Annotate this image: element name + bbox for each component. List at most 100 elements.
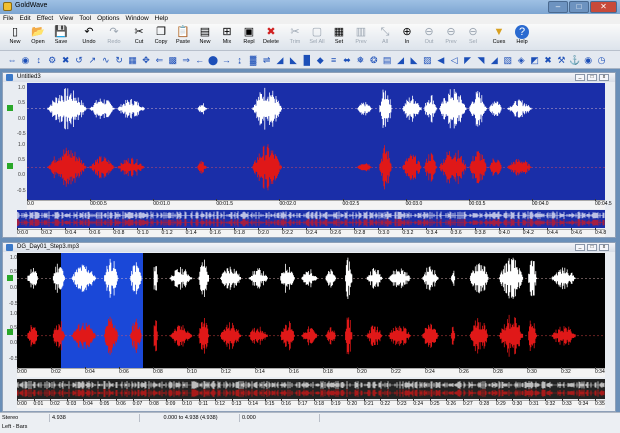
next-icon[interactable]: → xyxy=(220,54,232,66)
paste-icon: 📋 xyxy=(176,26,190,38)
doc-minimize-button[interactable]: _ xyxy=(575,244,585,251)
doc-maximize-button[interactable]: □ xyxy=(587,244,597,251)
waveform-display[interactable] xyxy=(27,83,605,200)
menu-edit[interactable]: Edit xyxy=(16,14,33,23)
menu-tool[interactable]: Tool xyxy=(76,14,94,23)
channel-icon[interactable]: ◩ xyxy=(529,54,541,66)
overview-display[interactable] xyxy=(17,379,605,399)
right-channel-toggle[interactable] xyxy=(7,163,13,169)
delete-button[interactable]: ✖ Delete xyxy=(260,25,282,50)
copy-button[interactable]: ❐ Copy xyxy=(150,25,172,50)
ruler-tick-label: 00:03.5 xyxy=(468,199,486,207)
waveform-display[interactable] xyxy=(17,253,605,368)
doc-minimize-button[interactable]: _ xyxy=(575,74,585,81)
quantize-icon[interactable]: ▧ xyxy=(502,54,514,66)
doppler-icon[interactable]: ↺ xyxy=(73,54,85,66)
menu-window[interactable]: Window xyxy=(123,14,152,23)
doc-close-button[interactable]: x xyxy=(599,74,609,81)
stereo-icon[interactable]: ◈ xyxy=(515,54,527,66)
filter-icon[interactable]: ▩ xyxy=(167,54,179,66)
new-button[interactable]: ▯ New xyxy=(4,25,26,50)
equalizer-icon[interactable]: ▓ xyxy=(247,54,259,66)
lowpass-icon[interactable]: ◢ xyxy=(274,54,286,66)
clip-icon[interactable]: ⚓ xyxy=(569,54,581,66)
match-icon[interactable]: ▨ xyxy=(421,54,433,66)
save-button[interactable]: 💾 Save xyxy=(50,25,72,50)
prev-button[interactable]: ⊖ Prev xyxy=(440,25,462,50)
all-button[interactable]: ⤡ All xyxy=(374,25,396,50)
flanger-icon[interactable]: ❂ xyxy=(368,54,380,66)
tone-icon[interactable]: ≡ xyxy=(328,54,340,66)
doc-maximize-button[interactable]: □ xyxy=(587,74,597,81)
out-button[interactable]: ⊖ Out xyxy=(418,25,440,50)
invert-icon[interactable]: ↨ xyxy=(234,54,246,66)
document-title: DG_Day01_Step3.mp3 xyxy=(17,244,80,250)
scale-label: 0.5 xyxy=(10,325,17,332)
menu-view[interactable]: View xyxy=(56,14,76,23)
prev-button[interactable]: ▥ Prev xyxy=(350,25,372,50)
menu-help[interactable]: Help xyxy=(152,14,171,23)
spectrum-icon[interactable]: █ xyxy=(301,54,313,66)
vol-shape-icon[interactable]: ◤ xyxy=(462,54,474,66)
cues-button[interactable]: ▼ Cues xyxy=(488,25,510,50)
resample-icon[interactable]: ▦ xyxy=(127,54,139,66)
speaker-icon[interactable]: ◀ xyxy=(435,54,447,66)
expand-icon[interactable]: ↕ xyxy=(33,54,45,66)
mechanize-icon[interactable]: ⚙ xyxy=(46,54,58,66)
offset-icon[interactable]: ⬌ xyxy=(341,54,353,66)
compressor-icon[interactable]: ✖ xyxy=(60,54,72,66)
help-button[interactable]: ? Help xyxy=(511,25,533,50)
balance-icon[interactable]: ⬤ xyxy=(207,54,219,66)
new-button[interactable]: ▤ New xyxy=(194,25,216,50)
noise-reduction-icon[interactable]: ◉ xyxy=(19,54,31,66)
new-file-icon: ▯ xyxy=(11,26,19,38)
forward-icon[interactable]: ⇒ xyxy=(180,54,192,66)
volume-up-icon[interactable]: ◢ xyxy=(395,54,407,66)
overview-display[interactable] xyxy=(17,210,605,228)
echo-icon[interactable]: ∿ xyxy=(100,54,112,66)
left-channel-toggle[interactable] xyxy=(7,105,13,111)
back-icon[interactable]: ← xyxy=(194,54,206,66)
menu-file[interactable]: File xyxy=(0,14,16,23)
loop-icon[interactable]: ↻ xyxy=(113,54,125,66)
volume-down-icon[interactable]: ◣ xyxy=(408,54,420,66)
sel-all-button[interactable]: ▢ Sel All xyxy=(306,25,328,50)
mute-icon[interactable]: ◁ xyxy=(448,54,460,66)
menu-options[interactable]: Options xyxy=(94,14,122,23)
mix-button[interactable]: ⊞ Mix xyxy=(216,25,238,50)
paste-button[interactable]: 📋 Paste xyxy=(172,25,194,50)
in-button[interactable]: ⊕ In xyxy=(396,25,418,50)
set-button[interactable]: ▦ Set xyxy=(328,25,350,50)
ruler-tick-label: 0:07 xyxy=(132,399,143,407)
stretch-icon[interactable]: ⇔ xyxy=(6,54,18,66)
left-channel-toggle[interactable] xyxy=(7,275,13,281)
close-button[interactable]: ✕ xyxy=(590,1,617,13)
repl-button[interactable]: ▣ Repl xyxy=(238,25,260,50)
timer-icon[interactable]: ◷ xyxy=(596,54,608,66)
volume-icon[interactable]: ▤ xyxy=(381,54,393,66)
pan-icon[interactable]: ✥ xyxy=(140,54,152,66)
cd-icon[interactable]: ◉ xyxy=(582,54,594,66)
menu-effect[interactable]: Effect xyxy=(34,14,57,23)
scale-label: 0.0 xyxy=(18,172,25,179)
sel-button[interactable]: ⊖ Sel xyxy=(462,25,484,50)
fade-icon[interactable]: ↗ xyxy=(86,54,98,66)
reverse-icon[interactable]: ⇐ xyxy=(153,54,165,66)
cut-button[interactable]: ✂ Cut xyxy=(128,25,150,50)
ruler-tick-label: 00:01.5 xyxy=(216,199,234,207)
pitch-icon[interactable]: ◆ xyxy=(314,54,326,66)
redo-button[interactable]: ↷ Redo xyxy=(103,25,125,50)
dropout-icon[interactable]: ✖ xyxy=(542,54,554,66)
maximize-button[interactable]: □ xyxy=(569,1,589,13)
undo-button[interactable]: ↶ Undo xyxy=(78,25,100,50)
maximize-icon[interactable]: ◢ xyxy=(488,54,500,66)
highpass-icon[interactable]: ◣ xyxy=(287,54,299,66)
declick-icon[interactable]: ⚒ xyxy=(555,54,567,66)
minimize-button[interactable]: – xyxy=(548,1,568,13)
shift-icon[interactable]: ⇌ xyxy=(261,54,273,66)
open-button[interactable]: 📂 Open xyxy=(27,25,49,50)
trim-button[interactable]: ✂ Trim xyxy=(284,25,306,50)
doc-close-button[interactable]: x xyxy=(599,244,609,251)
chorus-icon[interactable]: ❅ xyxy=(354,54,366,66)
normalize-icon[interactable]: ◥ xyxy=(475,54,487,66)
